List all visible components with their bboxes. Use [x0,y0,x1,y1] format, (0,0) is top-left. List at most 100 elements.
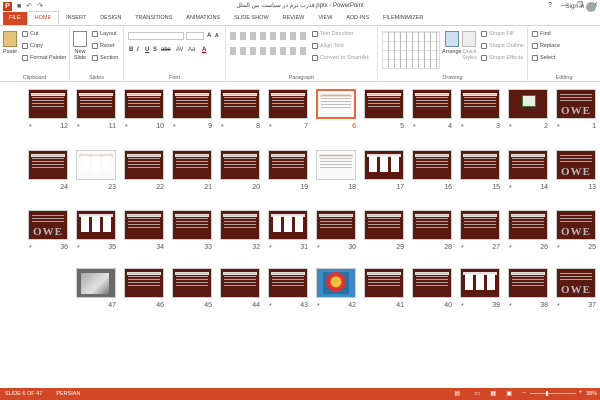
alignment-buttons-row[interactable] [230,47,310,55]
slide-thumbnail[interactable]: OWE [556,268,596,298]
zoom-out-icon[interactable]: – [523,390,526,396]
slide-thumbnail[interactable] [316,210,356,240]
animation-star-icon[interactable]: * [557,124,560,131]
animation-star-icon[interactable]: * [173,124,176,131]
slide-thumbnail[interactable] [508,268,548,298]
char-spacing-button[interactable]: AV [176,47,184,53]
slide-thumbnail[interactable] [220,210,260,240]
slide-thumbnail[interactable] [268,268,308,298]
text-direction-button[interactable]: Text Direction [312,31,353,37]
slide-thumbnail[interactable] [412,150,452,180]
animation-star-icon[interactable]: * [317,303,320,310]
animation-star-icon[interactable]: * [461,303,464,310]
slide-thumbnail[interactable] [124,89,164,119]
slide-thumbnail[interactable] [172,268,212,298]
slide-thumbnail[interactable] [364,150,404,180]
shape-fill-button[interactable]: Shape Fill [481,31,513,37]
change-case-button[interactable]: Aa [188,47,195,53]
slide-thumbnail[interactable] [124,150,164,180]
slide-thumbnail[interactable] [220,150,260,180]
animation-star-icon[interactable]: * [557,303,560,310]
reading-view-icon[interactable]: ▣ [506,390,512,397]
layout-button[interactable]: Layout [92,31,117,37]
arrange-button[interactable]: Arrange [442,31,462,55]
animation-star-icon[interactable]: * [509,245,512,252]
font-color-button[interactable]: A [202,47,206,53]
tab-animations[interactable]: ANIMATIONS [179,12,227,25]
animation-star-icon[interactable]: * [461,245,464,252]
underline-button[interactable]: U [145,47,149,53]
reset-button[interactable]: Reset [92,43,114,49]
slide-thumbnail[interactable] [508,210,548,240]
slide-thumbnail[interactable]: OWE [556,210,596,240]
animation-star-icon[interactable]: * [461,124,464,131]
tab-transitions[interactable]: TRANSITIONS [128,12,179,25]
slide-thumbnail[interactable] [460,268,500,298]
animation-star-icon[interactable]: * [413,124,416,131]
new-slide-button[interactable]: New Slide [73,31,87,61]
slide-thumbnail[interactable]: OWE [556,150,596,180]
tab-add-ins[interactable]: ADD-INS [339,12,376,25]
slide-thumbnail[interactable] [460,210,500,240]
slide-thumbnail[interactable] [316,268,356,298]
zoom-level[interactable]: 38% [586,391,597,397]
shape-effects-button[interactable]: Shape Effects [481,55,523,61]
slide-thumbnail[interactable] [268,89,308,119]
zoom-slider-thumb[interactable] [546,391,549,396]
tab-fileminimizer[interactable]: FILEminimizer [376,12,430,25]
zoom-in-icon[interactable]: + [578,390,582,396]
slide-thumbnail[interactable] [460,89,500,119]
select-button[interactable]: Select [532,55,555,61]
normal-view-icon[interactable]: ▭ [474,390,480,397]
sign-in-link[interactable]: Sign in [566,4,584,10]
shrink-font-icon[interactable]: A [215,33,219,39]
slide-thumbnail[interactable]: OWE [556,89,596,119]
animation-star-icon[interactable]: * [317,245,320,252]
shapes-gallery[interactable] [382,31,440,69]
slide-thumbnail[interactable] [172,210,212,240]
find-button[interactable]: Find [532,31,551,37]
zoom-slider[interactable] [530,391,576,396]
animation-star-icon[interactable]: * [269,303,272,310]
sorter-view-icon[interactable]: ▦ [490,390,496,397]
slide-thumbnail[interactable] [124,210,164,240]
slide-thumbnail[interactable] [316,150,356,180]
notes-icon[interactable]: ▤ [454,390,460,397]
shadow-button[interactable]: S [153,47,157,53]
slide-thumbnail[interactable] [172,89,212,119]
tab-file[interactable]: FILE [3,12,27,25]
slide-thumbnail[interactable] [316,89,356,119]
slide-thumbnail[interactable] [412,210,452,240]
animation-star-icon[interactable]: * [509,303,512,310]
strikethrough-button[interactable]: abc [161,47,171,53]
align-text-button[interactable]: Align Text [312,43,344,49]
animation-star-icon[interactable]: * [557,245,560,252]
slide-thumbnail[interactable] [76,268,116,298]
slide-thumbnail[interactable]: OWE [28,210,68,240]
grow-font-icon[interactable]: A [207,33,211,39]
quick-styles-button[interactable]: Quick Styles [462,31,477,61]
slide-thumbnail[interactable] [364,210,404,240]
language-indicator[interactable]: PERSIAN [56,391,80,397]
section-button[interactable]: Section [92,55,118,61]
user-avatar-icon[interactable] [586,2,596,12]
help-icon[interactable]: ? [548,0,552,12]
copy-button[interactable]: Copy [22,43,43,49]
slide-thumbnail[interactable] [220,268,260,298]
slide-thumbnail[interactable] [76,150,116,180]
tab-insert[interactable]: INSERT [59,12,93,25]
slide-thumbnail[interactable] [28,150,68,180]
shape-outline-button[interactable]: Shape Outline [481,43,524,49]
animation-star-icon[interactable]: * [29,245,32,252]
slide-thumbnail[interactable] [412,268,452,298]
slide-thumbnail[interactable] [268,150,308,180]
animation-star-icon[interactable]: * [269,245,272,252]
animation-star-icon[interactable]: * [509,124,512,131]
slide-thumbnail[interactable] [364,89,404,119]
slide-thumbnail[interactable] [76,89,116,119]
animation-star-icon[interactable]: * [29,124,32,131]
slide-thumbnail[interactable] [268,210,308,240]
tab-slide-show[interactable]: SLIDE SHOW [227,12,276,25]
paste-button[interactable]: Paste [3,31,17,55]
smartart-button[interactable]: Convert to SmartArt [312,55,369,61]
